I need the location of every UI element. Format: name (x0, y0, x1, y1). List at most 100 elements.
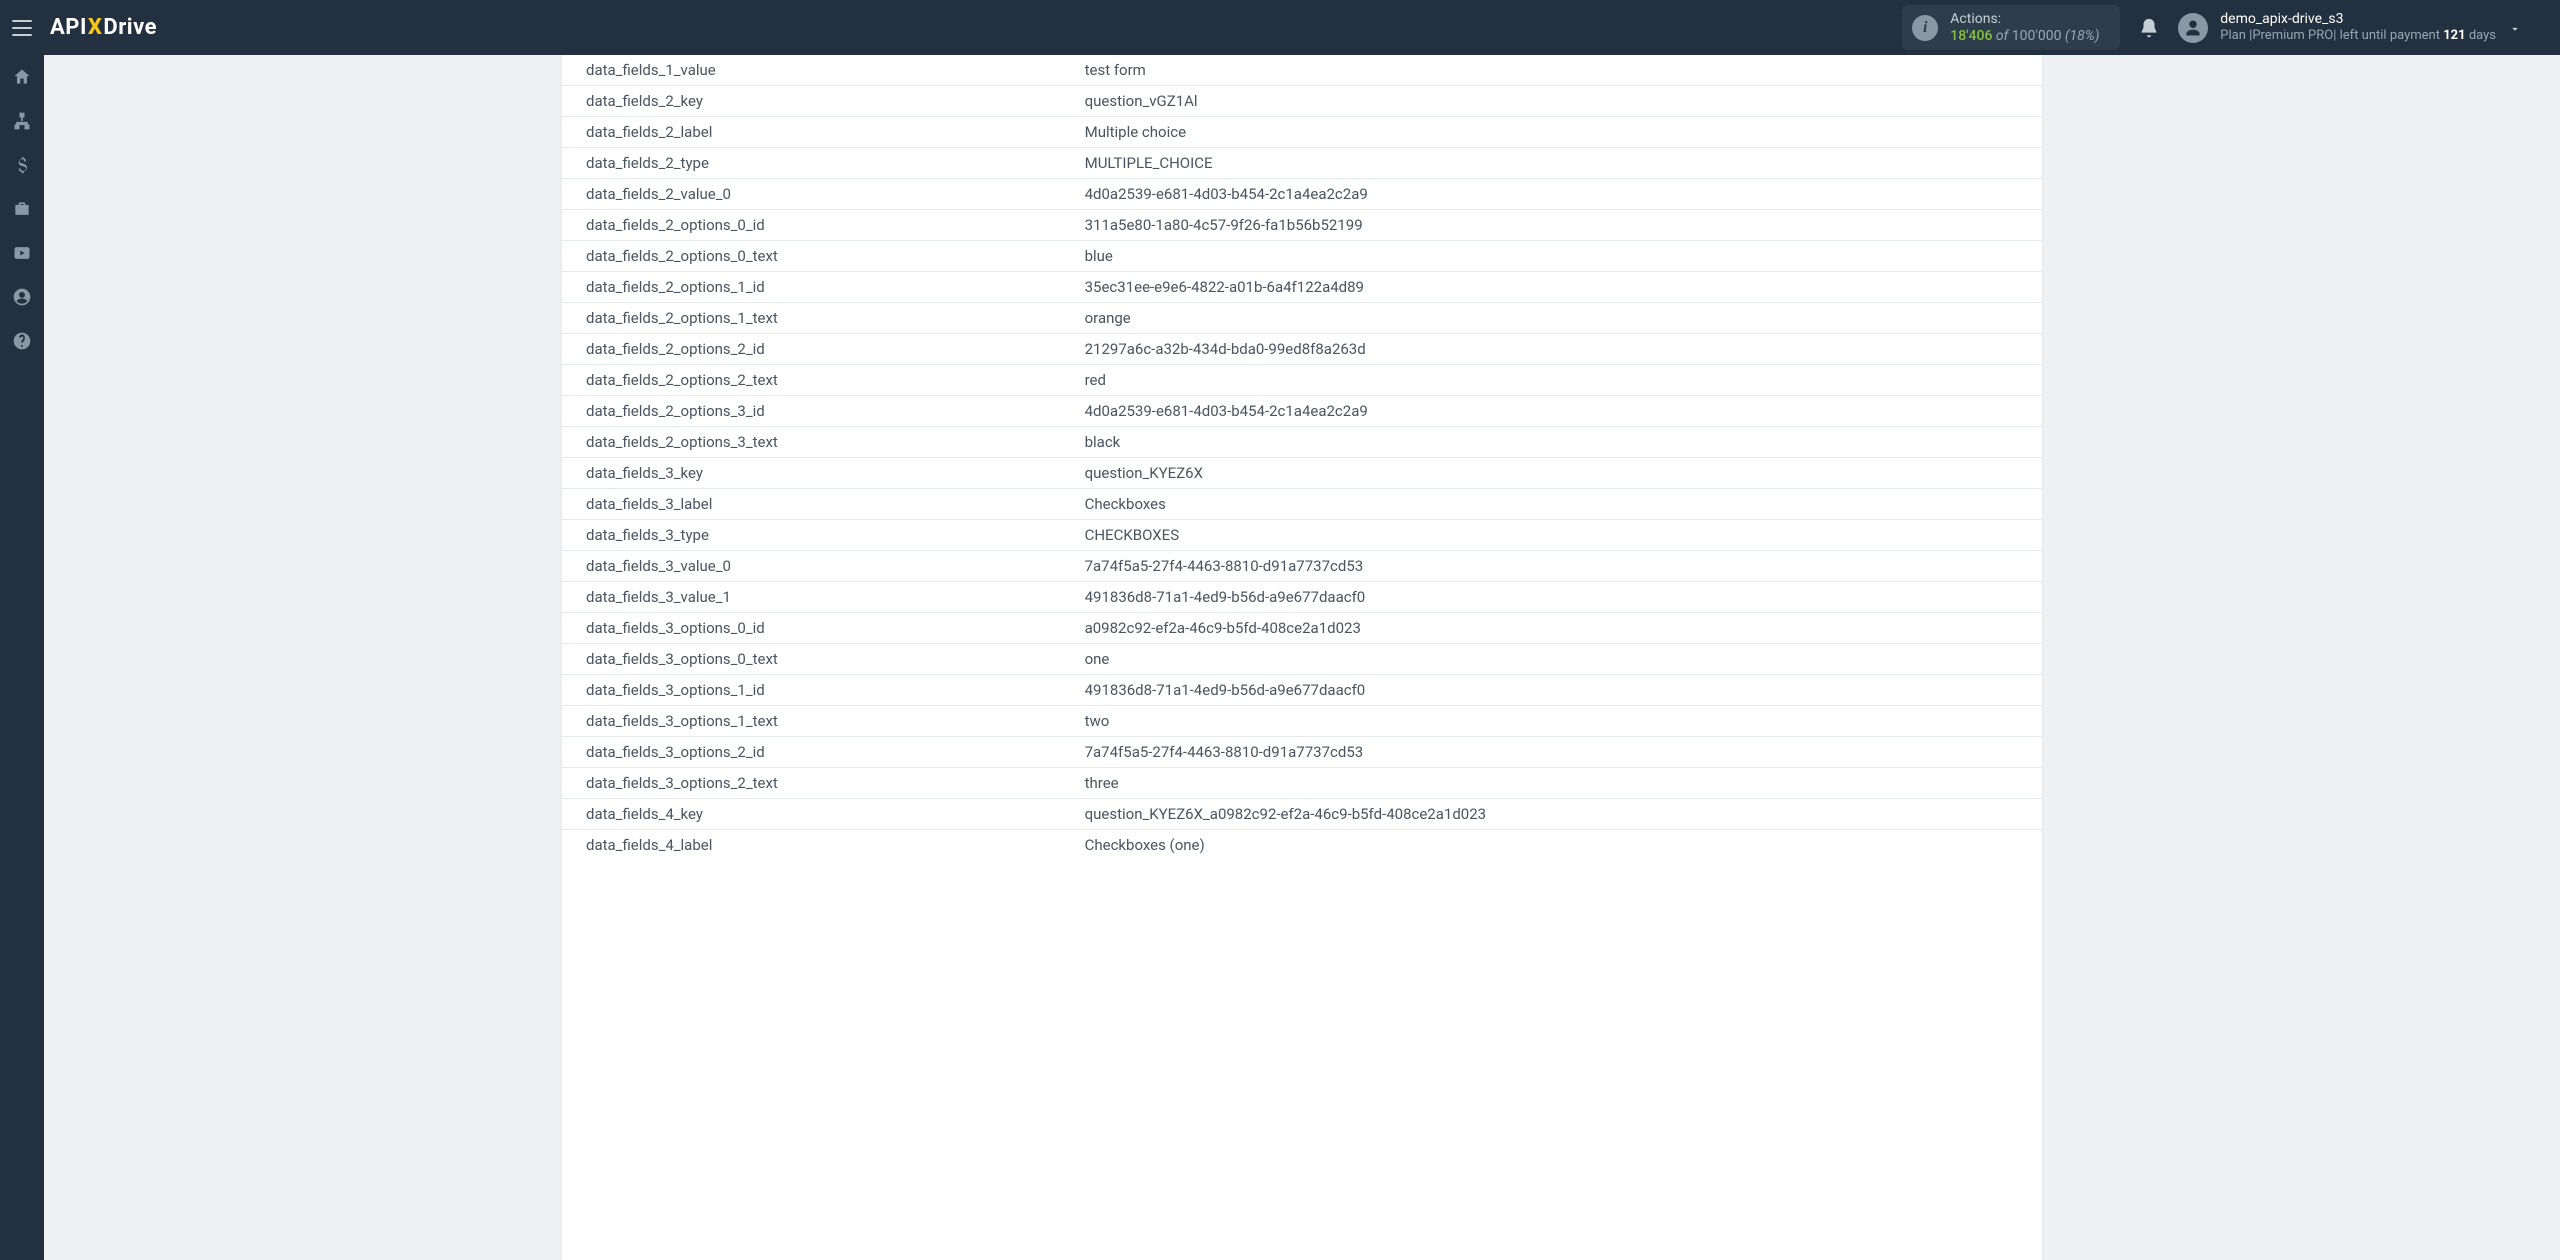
table-row: data_fields_2_labelMultiple choice (562, 117, 2042, 148)
field-key: data_fields_2_options_2_text (562, 365, 1073, 396)
table-row: data_fields_2_options_0_id311a5e80-1a80-… (562, 210, 2042, 241)
field-key: data_fields_2_options_1_text (562, 303, 1073, 334)
field-key: data_fields_3_options_1_text (562, 706, 1073, 737)
field-value: question_vGZ1Al (1073, 86, 2042, 117)
actions-pct: (18%) (2061, 28, 2099, 44)
field-value: 21297a6c-a32b-434d-bda0-99ed8f8a263d (1073, 334, 2042, 365)
actions-total: 100'000 (2012, 28, 2062, 44)
field-value: one (1073, 644, 2042, 675)
user-icon (2183, 18, 2203, 38)
field-key: data_fields_1_value (562, 55, 1073, 86)
field-value: 311a5e80-1a80-4c57-9f26-fa1b56b52199 (1073, 210, 2042, 241)
table-row: data_fields_3_labelCheckboxes (562, 489, 2042, 520)
table-row: data_fields_3_options_2_textthree (562, 768, 2042, 799)
field-value: Checkboxes (one) (1073, 830, 2042, 861)
user-circle-icon (12, 287, 32, 307)
menu-toggle-button[interactable] (8, 14, 36, 42)
field-key: data_fields_2_options_1_id (562, 272, 1073, 303)
briefcase-icon (12, 199, 32, 219)
field-value: 4d0a2539-e681-4d03-b454-2c1a4ea2c2a9 (1073, 179, 2042, 210)
actions-used: 18'406 (1950, 28, 1992, 44)
field-key: data_fields_3_options_1_id (562, 675, 1073, 706)
table-row: data_fields_3_typeCHECKBOXES (562, 520, 2042, 551)
field-value: a0982c92-ef2a-46c9-b5fd-408ce2a1d023 (1073, 613, 2042, 644)
field-value: CHECKBOXES (1073, 520, 2042, 551)
field-value: red (1073, 365, 2042, 396)
topbar-left: APIXDrive (0, 14, 157, 42)
field-value: three (1073, 768, 2042, 799)
table-row: data_fields_3_options_1_texttwo (562, 706, 2042, 737)
table-row: data_fields_2_options_0_textblue (562, 241, 2042, 272)
actions-values: 18'406 of 100'000 (18%) (1950, 28, 2099, 45)
table-row: data_fields_4_keyquestion_KYEZ6X_a0982c9… (562, 799, 2042, 830)
field-value: question_KYEZ6X_a0982c92-ef2a-46c9-b5fd-… (1073, 799, 2042, 830)
home-icon (12, 67, 32, 87)
field-key: data_fields_3_options_0_text (562, 644, 1073, 675)
table-row: data_fields_2_options_1_id35ec31ee-e9e6-… (562, 272, 2042, 303)
field-key: data_fields_2_type (562, 148, 1073, 179)
logo-part-drive: Drive (103, 15, 157, 40)
sidebar-item-help[interactable] (0, 319, 44, 363)
field-key: data_fields_3_key (562, 458, 1073, 489)
field-value: question_KYEZ6X (1073, 458, 2042, 489)
table-row: data_fields_3_options_2_id7a74f5a5-27f4-… (562, 737, 2042, 768)
table-row: data_fields_2_options_2_textred (562, 365, 2042, 396)
sidebar-item-account[interactable] (0, 275, 44, 319)
plan-days: 121 (2443, 28, 2465, 43)
field-key: data_fields_2_key (562, 86, 1073, 117)
field-key: data_fields_2_value_0 (562, 179, 1073, 210)
user-menu[interactable]: demo_apix-drive_s3 Plan |Premium PRO| le… (2178, 11, 2548, 45)
actions-text: Actions: 18'406 of 100'000 (18%) (1950, 11, 2099, 45)
sidebar-item-connections[interactable] (0, 99, 44, 143)
user-text: demo_apix-drive_s3 Plan |Premium PRO| le… (2220, 11, 2496, 45)
field-key: data_fields_3_options_2_text (562, 768, 1073, 799)
field-key: data_fields_3_options_2_id (562, 737, 1073, 768)
bell-icon (2138, 17, 2160, 39)
topbar-right: Actions: 18'406 of 100'000 (18%) demo_ap… (1902, 5, 2548, 51)
sidebar (0, 55, 44, 1260)
field-value: two (1073, 706, 2042, 737)
plan-suffix: left until payment (2336, 28, 2443, 43)
field-value: Multiple choice (1073, 117, 2042, 148)
field-key: data_fields_3_type (562, 520, 1073, 551)
sitemap-icon (12, 111, 32, 131)
youtube-icon (12, 243, 32, 263)
table-row: data_fields_2_options_2_id21297a6c-a32b-… (562, 334, 2042, 365)
field-value: 4d0a2539-e681-4d03-b454-2c1a4ea2c2a9 (1073, 396, 2042, 427)
logo-part-x: X (88, 15, 103, 40)
content-scroll[interactable]: data_fields_1_valuetest formdata_fields_… (44, 55, 2560, 1260)
field-value: blue (1073, 241, 2042, 272)
field-value: 7a74f5a5-27f4-4463-8810-d91a7737cd53 (1073, 737, 2042, 768)
sidebar-item-home[interactable] (0, 55, 44, 99)
field-value: 491836d8-71a1-4ed9-b56d-a9e677daacf0 (1073, 582, 2042, 613)
table-row: data_fields_2_options_1_textorange (562, 303, 2042, 334)
sidebar-item-billing[interactable] (0, 143, 44, 187)
notifications-button[interactable] (2138, 17, 2160, 39)
field-value: 491836d8-71a1-4ed9-b56d-a9e677daacf0 (1073, 675, 2042, 706)
field-key: data_fields_4_key (562, 799, 1073, 830)
avatar (2178, 13, 2208, 43)
user-plan: Plan |Premium PRO| left until payment 12… (2220, 28, 2496, 44)
topbar: APIXDrive Actions: 18'406 of 100'000 (18… (0, 0, 2560, 55)
user-name: demo_apix-drive_s3 (2220, 11, 2496, 29)
field-key: data_fields_4_label (562, 830, 1073, 861)
field-key: data_fields_2_options_3_id (562, 396, 1073, 427)
field-key: data_fields_3_value_0 (562, 551, 1073, 582)
table-row: data_fields_2_options_3_id4d0a2539-e681-… (562, 396, 2042, 427)
sidebar-item-marketplace[interactable] (0, 187, 44, 231)
actions-counter[interactable]: Actions: 18'406 of 100'000 (18%) (1902, 5, 2120, 51)
dollar-icon (12, 155, 32, 175)
table-row: data_fields_4_labelCheckboxes (one) (562, 830, 2042, 861)
info-icon (1912, 15, 1938, 41)
field-key: data_fields_3_options_0_id (562, 613, 1073, 644)
sidebar-item-videos[interactable] (0, 231, 44, 275)
table-row: data_fields_2_typeMULTIPLE_CHOICE (562, 148, 2042, 179)
field-value: test form (1073, 55, 2042, 86)
logo-part-api: API (50, 15, 87, 40)
table-row: data_fields_3_value_1491836d8-71a1-4ed9-… (562, 582, 2042, 613)
table-row: data_fields_3_options_0_ida0982c92-ef2a-… (562, 613, 2042, 644)
logo[interactable]: APIXDrive (50, 15, 157, 40)
field-value: Checkboxes (1073, 489, 2042, 520)
question-icon (12, 331, 32, 351)
table-row: data_fields_3_keyquestion_KYEZ6X (562, 458, 2042, 489)
